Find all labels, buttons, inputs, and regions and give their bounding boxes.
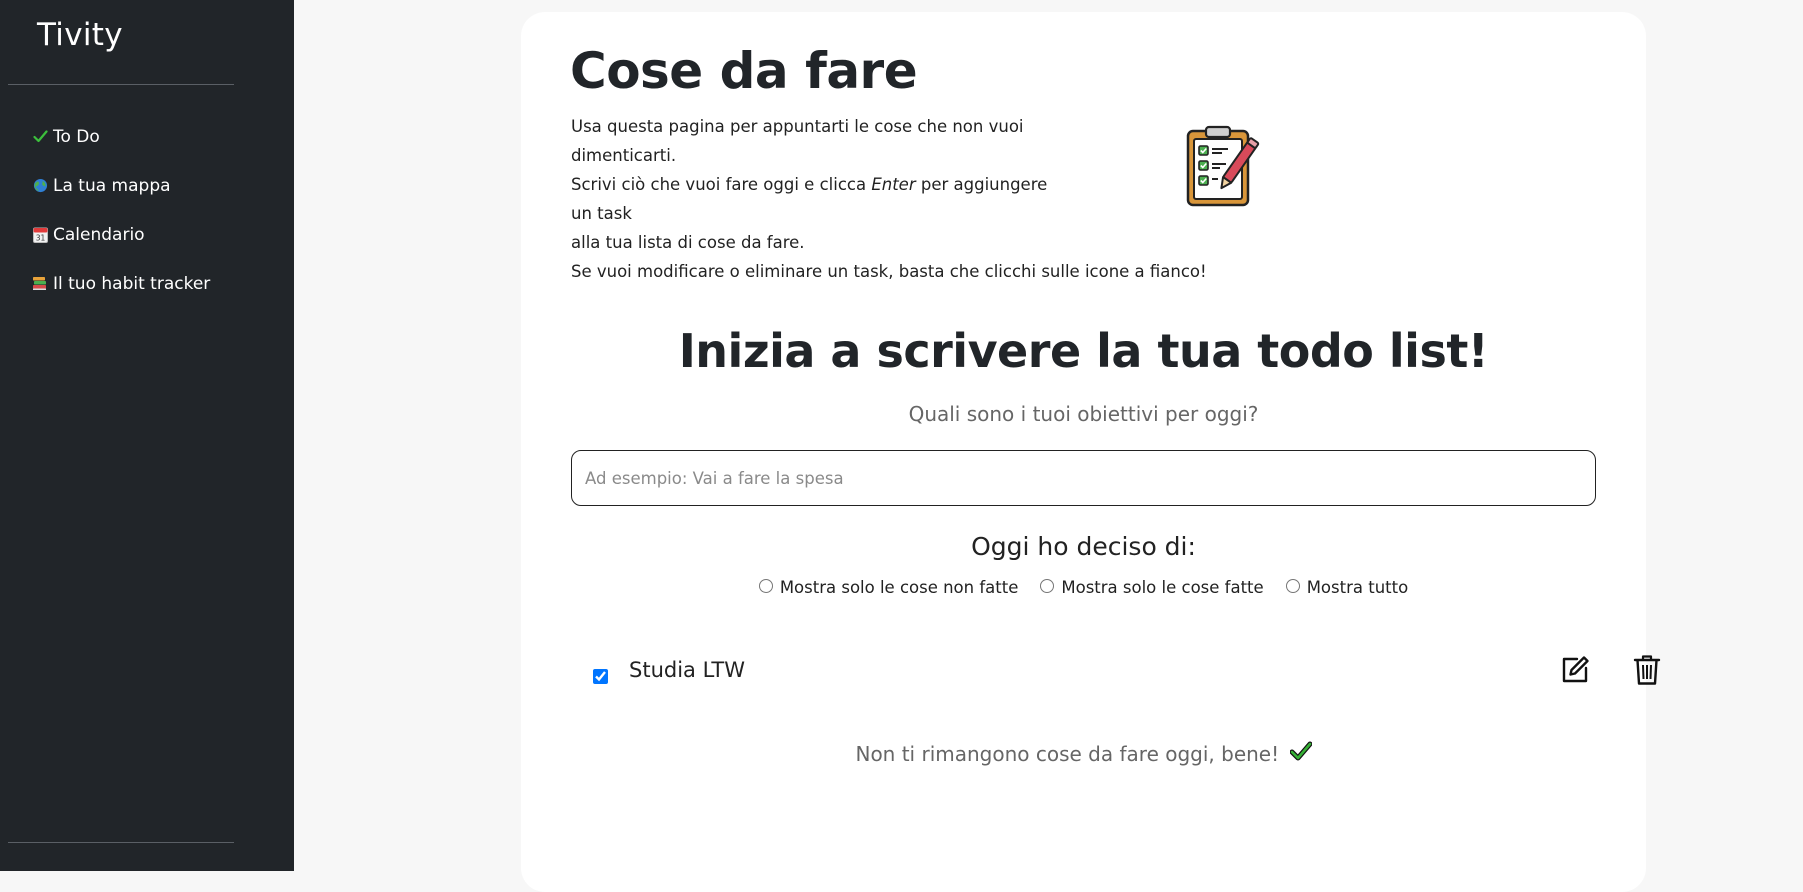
hero-subtitle: Quali sono i tuoi obiettivi per oggi? — [908, 402, 1259, 426]
sidebar-divider-bottom — [8, 842, 234, 843]
main-card: Cose da fare Usa questa pagina per appun… — [521, 12, 1661, 892]
filter-done[interactable]: Mostra solo le cose fatte — [1040, 578, 1264, 597]
filter-all-radio[interactable] — [1285, 578, 1300, 593]
filter-label: Mostra solo le cose non fatte — [779, 578, 1019, 597]
filter-done-radio[interactable] — [1040, 578, 1055, 593]
filter-not-done-radio[interactable] — [758, 578, 773, 593]
globe-icon — [30, 178, 50, 193]
sidebar-item-label: Calendario — [53, 224, 145, 245]
description-line: Usa questa pagina per appuntarti le cose… — [571, 117, 1024, 165]
filter-title: Oggi ho deciso di: — [971, 532, 1196, 561]
task-item: Studia LTW — [593, 648, 1661, 698]
sidebar-item-label: To Do — [53, 126, 100, 147]
todo-input[interactable] — [571, 450, 1596, 506]
check-icon — [30, 130, 50, 143]
calendar-icon: 31 — [30, 227, 50, 243]
sidebar-item-todo[interactable]: To Do — [30, 112, 210, 161]
brand-logo[interactable]: Tivity — [37, 17, 123, 53]
empty-state-text: Non ti rimangono cose da fare oggi, bene… — [855, 742, 1280, 766]
task-label: Studia LTW — [629, 658, 745, 682]
svg-text:31: 31 — [35, 233, 45, 242]
description-line: Scrivi ciò che vuoi fare oggi e clicca E… — [571, 175, 1048, 223]
task-checkbox[interactable] — [593, 669, 608, 684]
empty-state-message: Non ti rimangono cose da fare oggi, bene… — [521, 741, 1646, 768]
edit-icon[interactable] — [1558, 652, 1592, 688]
clipboard-checklist-icon — [1184, 125, 1260, 209]
page-description: Usa questa pagina per appuntarti le cose… — [571, 112, 1251, 286]
trash-icon[interactable] — [1630, 652, 1664, 688]
filter-all[interactable]: Mostra tutto — [1285, 578, 1409, 597]
filter-not-done[interactable]: Mostra solo le cose non fatte — [758, 578, 1019, 597]
sidebar-item-map[interactable]: La tua mappa — [30, 161, 210, 210]
sidebar-item-calendar[interactable]: 31 Calendario — [30, 210, 210, 259]
filter-label: Mostra tutto — [1306, 578, 1409, 597]
description-line: alla tua lista di cose da fare. — [571, 233, 805, 252]
sidebar: Tivity To Do La tua mappa 31 Calendario … — [0, 0, 294, 871]
filter-group: Mostra solo le cose non fatte Mostra sol… — [521, 578, 1646, 597]
sidebar-divider-top — [8, 84, 234, 85]
sidebar-item-label: Il tuo habit tracker — [53, 273, 211, 294]
hero-title: Inizia a scrivere la tua todo list! — [678, 324, 1489, 378]
page-title: Cose da fare — [570, 42, 918, 100]
filter-label: Mostra solo le cose fatte — [1061, 578, 1264, 597]
sidebar-nav: To Do La tua mappa 31 Calendario Il tuo … — [30, 112, 210, 308]
check-mark-icon — [1289, 741, 1312, 766]
books-icon — [30, 276, 50, 291]
sidebar-item-label: La tua mappa — [53, 175, 171, 196]
description-line: Se vuoi modificare o eliminare un task, … — [571, 262, 1207, 281]
sidebar-item-habit-tracker[interactable]: Il tuo habit tracker — [30, 259, 210, 308]
